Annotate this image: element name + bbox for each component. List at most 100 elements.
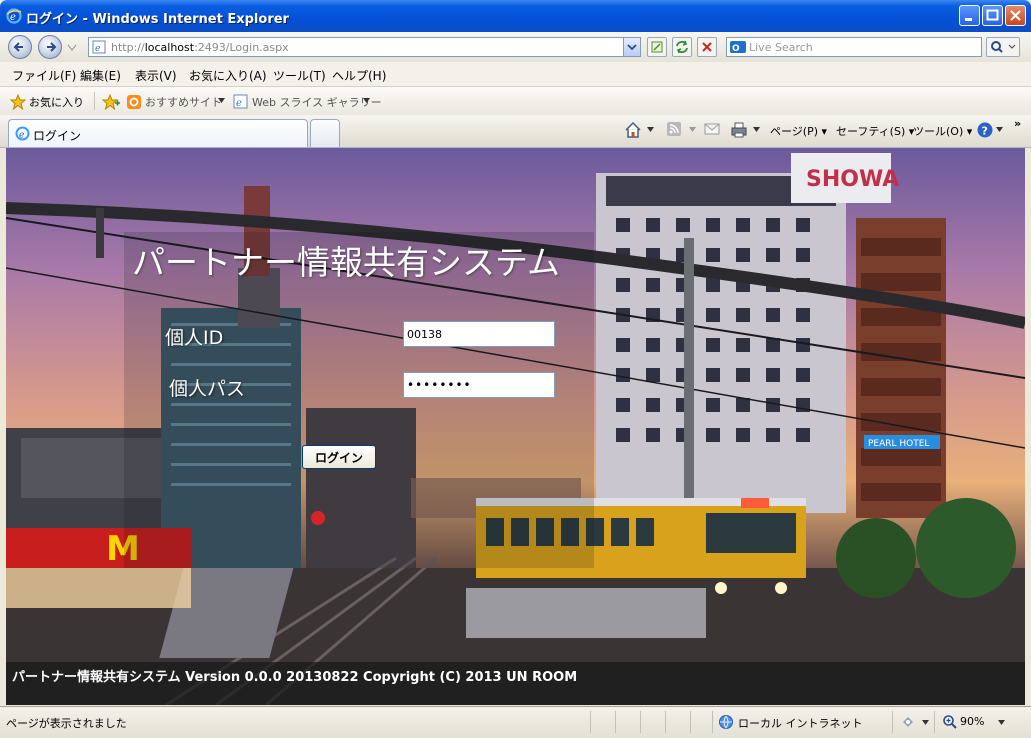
- page-menu[interactable]: ページ(P) ▾: [770, 123, 827, 139]
- menu-bar: ファイル(F) 編集(E) 表示(V) お気に入り(A) ツール(T) ヘルプ(…: [0, 62, 1031, 87]
- id-input[interactable]: [403, 321, 555, 347]
- menu-help[interactable]: ヘルプ(H): [332, 67, 386, 84]
- status-separator: [640, 711, 641, 733]
- maximize-icon: [986, 9, 999, 21]
- menu-view[interactable]: 表示(V): [135, 67, 177, 84]
- suggested-sites-link[interactable]: おすすめサイト: [145, 94, 222, 110]
- close-icon: [1010, 10, 1021, 21]
- add-to-favorites-bar-icon[interactable]: [102, 94, 120, 110]
- svg-text:e: e: [95, 44, 100, 54]
- title-bar[interactable]: e ログイン - Windows Internet Explorer: [0, 0, 1031, 32]
- new-tab-button[interactable]: [310, 119, 340, 147]
- maximize-button[interactable]: [982, 5, 1003, 26]
- close-button[interactable]: [1005, 5, 1026, 26]
- feeds-icon[interactable]: [666, 121, 682, 137]
- menu-favorites[interactable]: お気に入り(A): [189, 67, 267, 84]
- refresh-icon: [676, 40, 688, 54]
- search-button[interactable]: [986, 37, 1020, 57]
- web-slice-dropdown-icon[interactable]: [363, 98, 370, 104]
- chevron-more-icon[interactable]: »: [1014, 117, 1021, 130]
- status-separator: [590, 711, 591, 733]
- id-label: 個人ID: [165, 327, 224, 349]
- protected-mode-icon[interactable]: [900, 714, 916, 730]
- feeds-dropdown-icon[interactable]: [689, 127, 696, 133]
- refresh-button[interactable]: [672, 37, 692, 57]
- svg-text:O: O: [732, 44, 740, 54]
- chevron-down-icon: [627, 44, 637, 51]
- zoom-icon[interactable]: [942, 714, 958, 730]
- search-box[interactable]: O Live Search: [726, 37, 982, 57]
- read-mail-icon[interactable]: [704, 122, 720, 136]
- home-icon[interactable]: [624, 121, 642, 139]
- stop-button[interactable]: [697, 37, 717, 57]
- status-separator: [615, 711, 616, 733]
- back-arrow-icon: [13, 42, 23, 52]
- browser-window: e ログイン - Windows Internet Explorer e htt…: [0, 0, 1031, 738]
- ie-logo-icon: e: [6, 8, 22, 24]
- app-title: パートナー情報共有システム: [132, 243, 561, 282]
- page-icon: e: [92, 40, 106, 54]
- intranet-zone-icon: [719, 715, 733, 729]
- menu-edit[interactable]: 編集(E): [80, 67, 121, 84]
- status-separator: [892, 711, 893, 733]
- password-label: 個人パス: [169, 378, 246, 400]
- password-input[interactable]: [403, 372, 555, 398]
- zoom-dropdown-icon[interactable]: [998, 720, 1005, 726]
- pearl-hotel-sign: PEARL HOTEL: [868, 439, 929, 449]
- compatibility-view-button[interactable]: [647, 37, 667, 57]
- forward-arrow-icon: [47, 42, 57, 52]
- favorites-button[interactable]: お気に入り: [29, 94, 84, 110]
- address-toolbar: e http://localhost:2493/Login.aspx O Liv…: [0, 32, 1031, 62]
- tab-label: ログイン: [33, 129, 82, 143]
- help-dropdown-icon[interactable]: [996, 127, 1003, 133]
- svg-text:e: e: [236, 98, 242, 109]
- forward-button[interactable]: [38, 35, 62, 59]
- address-dropdown-button[interactable]: [623, 38, 640, 56]
- svg-text:e: e: [19, 131, 24, 141]
- minimize-icon: [965, 18, 972, 21]
- tab-login[interactable]: e ログイン: [8, 119, 308, 147]
- favorites-star-icon: [10, 94, 26, 110]
- print-icon[interactable]: [730, 121, 748, 139]
- zoom-level[interactable]: 90%: [960, 715, 984, 728]
- protected-mode-dropdown-icon[interactable]: [922, 720, 929, 726]
- suggested-sites-icon: [127, 95, 141, 109]
- status-separator: [690, 711, 691, 733]
- home-dropdown-icon[interactable]: [647, 127, 654, 133]
- status-text: ページが表示されました: [6, 717, 127, 730]
- minimize-button[interactable]: [959, 5, 980, 26]
- compatibility-icon: [651, 41, 663, 53]
- web-slice-icon: e: [233, 94, 248, 109]
- page-content: SHOWA PEARL HOTEL M パートナー情報共有システム 個人ID 0…: [6, 148, 1025, 705]
- menu-tools[interactable]: ツール(T): [273, 67, 326, 84]
- favorites-bar: お気に入り おすすめサイト e Web スライス ギャラリー: [0, 87, 1031, 115]
- footer-copyright: パートナー情報共有システム Version 0.0.0 20130822 Cop…: [12, 670, 578, 685]
- help-icon[interactable]: ?: [976, 121, 994, 139]
- tools-menu[interactable]: ツール(O) ▾: [913, 123, 972, 139]
- live-search-icon: O: [730, 41, 746, 54]
- menu-file[interactable]: ファイル(F): [12, 67, 76, 84]
- search-input[interactable]: Live Search: [749, 41, 813, 54]
- favbar-separator: [94, 92, 95, 110]
- status-bar: ページが表示されました ローカル イントラネット 90%: [0, 706, 1031, 738]
- tab-row: e ログイン ページ(P) ▾ セーフティ(S) ▾ ツール(O) ▾ ? »: [0, 115, 1031, 148]
- stop-icon: [702, 42, 712, 52]
- login-button[interactable]: ログイン: [302, 445, 376, 469]
- status-separator: [712, 711, 713, 733]
- svg-text:e: e: [10, 12, 16, 23]
- showa-sign: SHOWA: [806, 167, 899, 192]
- window-title: ログイン - Windows Internet Explorer: [26, 12, 289, 27]
- address-url[interactable]: http://localhost:2493/Login.aspx: [111, 41, 289, 54]
- back-button[interactable]: [8, 35, 32, 59]
- print-dropdown-icon[interactable]: [753, 127, 760, 133]
- status-separator: [665, 711, 666, 733]
- status-separator: [934, 711, 935, 733]
- address-bar[interactable]: e http://localhost:2493/Login.aspx: [88, 37, 641, 57]
- svg-text:?: ?: [982, 125, 988, 138]
- ie-tab-icon: e: [15, 126, 30, 141]
- search-icon: [991, 41, 1016, 53]
- suggested-sites-dropdown-icon[interactable]: [218, 98, 225, 104]
- security-zone[interactable]: ローカル イントラネット: [738, 715, 863, 731]
- history-dropdown-icon[interactable]: [67, 44, 77, 52]
- safety-menu[interactable]: セーフティ(S) ▾: [836, 123, 914, 139]
